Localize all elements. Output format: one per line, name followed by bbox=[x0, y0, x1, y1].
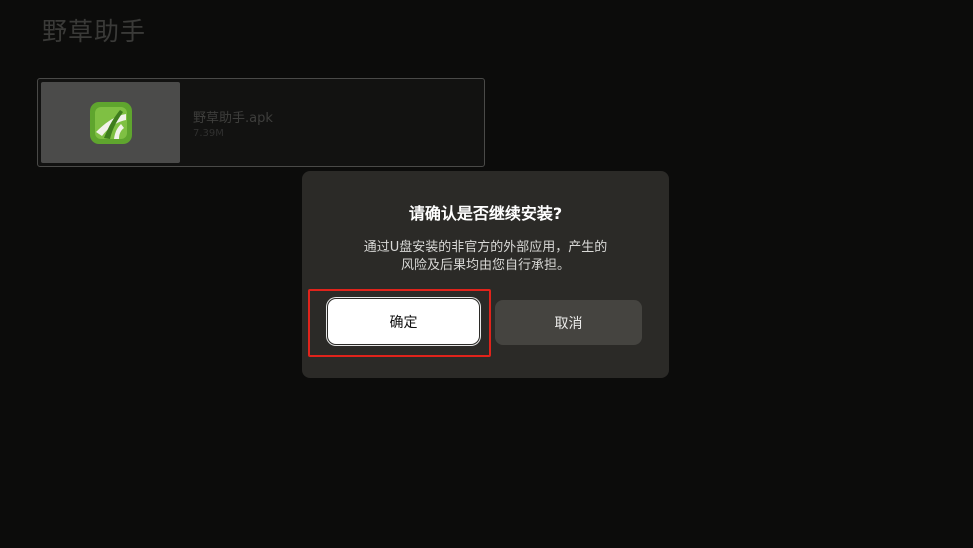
file-name: 野草助手.apk bbox=[193, 111, 273, 126]
app-icon bbox=[89, 101, 132, 144]
file-size: 7.39M bbox=[193, 128, 224, 139]
dialog-message: 通过U盘安装的非官方的外部应用，产生的 风险及后果均由您自行承担。 bbox=[330, 239, 641, 275]
dialog-message-line-2: 风险及后果均由您自行承担。 bbox=[400, 258, 570, 273]
apk-file-card[interactable]: 野草助手.apk 7.39M bbox=[37, 78, 485, 167]
install-confirm-dialog: 请确认是否继续安装? 通过U盘安装的非官方的外部应用，产生的 风险及后果均由您自… bbox=[302, 171, 669, 378]
page-title: 野草助手 bbox=[42, 17, 147, 46]
cancel-button[interactable]: 取消 bbox=[495, 300, 642, 345]
dialog-message-line-1: 通过U盘安装的非官方的外部应用，产生的 bbox=[363, 240, 608, 255]
file-thumbnail bbox=[41, 82, 180, 163]
dialog-title: 请确认是否继续安装? bbox=[408, 204, 563, 223]
confirm-button[interactable]: 确定 bbox=[328, 299, 479, 344]
